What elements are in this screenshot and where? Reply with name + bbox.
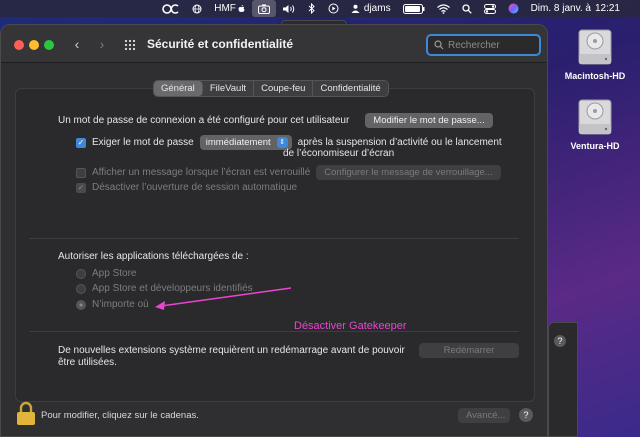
globe-menu-icon[interactable] — [186, 0, 208, 17]
extensions-text-line2: être utilisées. — [58, 357, 117, 368]
control-center-icon[interactable] — [478, 0, 502, 17]
close-button[interactable] — [14, 40, 24, 50]
volume-icon[interactable] — [276, 0, 302, 17]
search-menu-icon[interactable] — [456, 0, 478, 17]
option-label: N’importe où — [92, 299, 149, 310]
section-divider — [29, 331, 519, 332]
hard-disk-icon — [578, 29, 612, 65]
show-message-label: Afficher un message lorsque l’écran est … — [92, 167, 311, 178]
disable-autologin-label: Désactiver l’ouverture de session automa… — [92, 182, 298, 193]
require-password-after-line2: de l’économiseur d’écran — [283, 148, 395, 159]
change-password-button[interactable]: Modifier le mot de passe... — [365, 113, 493, 128]
desktop-disk-macintosh[interactable]: Macintosh-HD — [560, 28, 630, 81]
date-text: Dim. 8 janv. à — [530, 3, 591, 14]
select-value: immédiatement — [205, 137, 271, 148]
option-app-store[interactable]: App Store — [76, 268, 136, 279]
app-store-radio[interactable] — [76, 268, 86, 279]
camera-menu-icon[interactable] — [251, 0, 276, 17]
hmf-menu-item[interactable]: HMF — [208, 0, 252, 17]
help-button[interactable]: ? — [519, 408, 533, 422]
hmf-label: HMF — [214, 3, 236, 14]
require-password-label: Exiger le mot de passe — [92, 137, 194, 148]
window-title: Sécurité et confidentialité — [147, 37, 294, 51]
show-message-row: Afficher un message lorsque l’écran est … — [76, 165, 501, 180]
bluetooth-icon[interactable] — [302, 0, 322, 17]
search-field[interactable] — [426, 34, 541, 56]
user-name: djams — [363, 3, 391, 14]
security-preferences-window: ‹ › Sécurité et confidentialité Général … — [0, 24, 548, 437]
back-arrow-icon[interactable]: ‹ — [70, 36, 84, 52]
user-menu-item[interactable]: djams — [345, 0, 397, 17]
user-icon — [351, 4, 360, 13]
tab-firewall[interactable]: Coupe-feu — [254, 81, 314, 96]
disable-autologin-checkbox[interactable]: ✓ — [76, 182, 86, 193]
title-bar: ‹ › Sécurité et confidentialité — [1, 25, 547, 63]
require-password-after-line2-row: de l’économiseur d’écran — [283, 148, 394, 159]
annotation-arrow-icon — [155, 287, 292, 310]
advanced-button[interactable]: Avancé... — [458, 408, 510, 423]
menubar-date[interactable]: Dim. 8 janv. à 12:21 — [525, 0, 626, 17]
require-password-after: après la suspension d’activité ou le lan… — [297, 137, 502, 148]
section-divider — [29, 238, 519, 239]
password-text: Un mot de passe de connexion a été confi… — [58, 115, 350, 126]
disk-label: Ventura-HD — [570, 141, 620, 151]
password-row: Un mot de passe de connexion a été confi… — [58, 113, 493, 128]
allow-apps-heading: Autoriser les applications téléchargées … — [58, 251, 249, 262]
identified-developers-radio[interactable] — [76, 283, 86, 294]
siri-icon[interactable] — [502, 0, 525, 17]
tab-bar: Général FileVault Coupe-feu Confidential… — [153, 80, 389, 97]
zoom-button[interactable] — [44, 40, 54, 50]
hard-disk-icon — [578, 99, 612, 135]
play-menu-icon[interactable] — [322, 0, 345, 17]
extensions-text: De nouvelles extensions système requière… — [58, 345, 405, 356]
extensions-text-line2-row: être utilisées. — [58, 357, 117, 368]
minimize-button[interactable] — [29, 40, 39, 50]
allow-apps-heading-row: Autoriser les applications téléchargées … — [58, 251, 249, 262]
menu-bar: HMF djams Dim. 8 janv. à 12:21 — [0, 0, 640, 17]
tab-filevault[interactable]: FileVault — [203, 81, 255, 96]
desktop-disk-ventura[interactable]: Ventura-HD — [560, 98, 630, 151]
show-message-checkbox[interactable] — [76, 167, 86, 178]
lock-icon[interactable] — [16, 401, 36, 427]
battery-icon[interactable] — [397, 0, 431, 17]
disable-autologin-row: ✓ Désactiver l’ouverture de session auto… — [76, 182, 297, 193]
anywhere-radio[interactable] — [76, 299, 86, 310]
time-text: 12:21 — [594, 3, 620, 14]
require-password-checkbox[interactable]: ✓ — [76, 137, 86, 148]
oc-menu-icon[interactable] — [156, 0, 186, 17]
chevron-updown-icon: ⇕ — [276, 137, 288, 148]
wifi-icon[interactable] — [431, 0, 456, 17]
set-lock-message-button[interactable]: Configurer le message de verrouillage... — [316, 165, 501, 180]
svg-text:?: ? — [557, 336, 562, 346]
background-window[interactable]: ? — [548, 322, 578, 437]
restart-button[interactable]: Redémarrer — [419, 343, 519, 358]
lock-text: Pour modifier, cliquez sur le cadenas. — [41, 410, 199, 421]
tab-privacy[interactable]: Confidentialité — [313, 81, 387, 96]
show-all-grid-icon[interactable] — [124, 39, 136, 51]
require-password-select[interactable]: immédiatement ⇕ — [199, 135, 292, 150]
forward-arrow-icon[interactable]: › — [95, 36, 109, 52]
tab-general[interactable]: Général — [154, 81, 203, 96]
option-anywhere[interactable]: N’importe où — [76, 299, 149, 310]
help-icon: ? — [554, 335, 566, 347]
disk-label: Macintosh-HD — [564, 71, 626, 81]
search-icon — [434, 40, 444, 50]
search-input[interactable] — [448, 39, 538, 51]
extensions-text-row: De nouvelles extensions système requière… — [58, 345, 405, 356]
apple-icon — [238, 5, 245, 12]
option-label: App Store — [92, 268, 137, 279]
